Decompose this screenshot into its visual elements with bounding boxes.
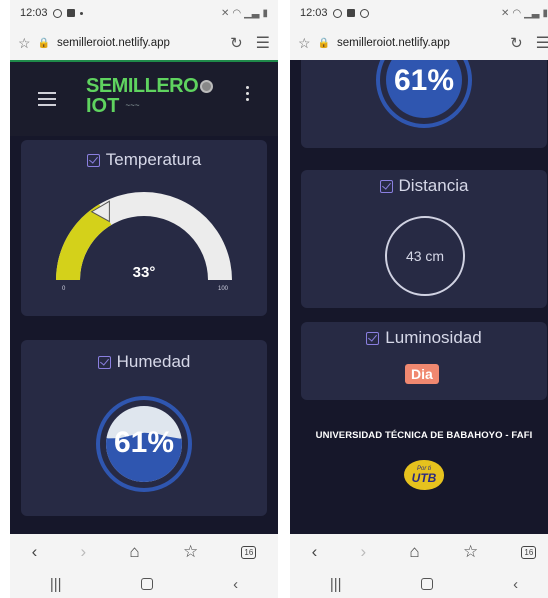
browser-nav-bar: ‹ › ⌂ ☆ 16 <box>290 534 548 570</box>
home-icon[interactable]: ⌂ <box>409 542 419 562</box>
app-logo: SEMILLERO IOT ~~~ <box>86 76 214 116</box>
tabs-button[interactable]: 16 <box>521 545 537 559</box>
home-button-icon[interactable] <box>421 578 434 590</box>
utb-logo: Por ti UTB <box>404 460 444 490</box>
home-button-icon[interactable] <box>141 578 154 590</box>
app-notification-icon <box>66 9 75 17</box>
signal-icon: ▁▃ <box>244 7 260 19</box>
url-field[interactable]: semilleroiot.netlify.app <box>337 37 503 49</box>
logo-chip-icon <box>200 80 214 94</box>
recents-icon[interactable]: ||| <box>330 576 342 593</box>
system-nav-bar: ||| ‹ <box>290 570 548 598</box>
luminosity-badge: Dia <box>405 364 439 384</box>
tabs-button[interactable]: 16 <box>241 545 257 559</box>
system-nav-bar: ||| ‹ <box>10 570 278 598</box>
lock-icon: 🔒 <box>37 37 51 49</box>
humidity-title: Humedad <box>116 352 191 371</box>
reload-icon[interactable]: ↻ <box>510 34 523 52</box>
temperature-gauge <box>56 192 232 280</box>
hamburger-menu-icon[interactable] <box>38 92 56 110</box>
phone-screen-right: 12:03 ✕ ◠ ▁▃ ▮ ☆ 🔒 semilleroiot.netlify.… <box>290 0 548 598</box>
browser-toolbar: ☆ 🔒 semilleroiot.netlify.app ↻ ☰ <box>10 26 278 60</box>
gauge-max-label: 100 <box>218 286 229 292</box>
distance-title: Distancia <box>398 176 469 195</box>
phone-screen-left: 12:03 ✕ ◠ ▁▃ ▮ ☆ 🔒 semilleroiot.netlify.… <box>10 0 278 598</box>
bookmark-star-icon[interactable]: ☆ <box>298 35 311 52</box>
recents-icon[interactable]: ||| <box>50 576 62 593</box>
whatsapp-icon <box>359 8 369 18</box>
status-bar: 12:03 ✕ ◠ ▁▃ ▮ <box>290 0 548 26</box>
luminosity-card: Luminosidad Dia <box>301 322 547 400</box>
back-icon[interactable]: ‹ <box>32 542 38 562</box>
web-viewport: SEMILLERO IOT~~~ Temperatura 33° 0 100 <box>10 60 278 534</box>
humidity-card-partial: 61% <box>301 60 547 148</box>
checkbox-icon[interactable] <box>379 179 393 193</box>
wifi-icon: ◠ <box>512 7 522 19</box>
kebab-menu-icon[interactable] <box>246 86 250 104</box>
temperature-value: 33° <box>132 264 156 281</box>
back-icon[interactable]: ‹ <box>312 542 318 562</box>
bookmarks-icon[interactable]: ☆ <box>463 542 478 562</box>
browser-menu-icon[interactable]: ☰ <box>536 33 548 53</box>
app-header: SEMILLERO IOT ~~~ <box>10 60 278 136</box>
distance-value: 43 cm <box>385 216 465 296</box>
forward-icon[interactable]: › <box>361 542 367 562</box>
browser-toolbar: ☆ 🔒 semilleroiot.netlify.app ↻ ☰ <box>290 26 548 60</box>
temperature-card: Temperatura 33° 0 100 <box>21 140 267 316</box>
checkbox-icon[interactable] <box>366 331 380 345</box>
clock: 12:03 <box>300 7 328 19</box>
system-back-icon[interactable]: ‹ <box>233 576 238 593</box>
humidity-value-partial: 61% <box>393 64 455 97</box>
notification-icon <box>52 8 62 18</box>
gauge-min-label: 0 <box>62 286 66 292</box>
lock-icon: 🔒 <box>317 37 331 49</box>
browser-nav-bar: ‹ › ⌂ ☆ 16 <box>10 534 278 570</box>
temperature-title: Temperatura <box>105 150 202 169</box>
logo-scribble: ~~~ <box>125 101 140 110</box>
luminosity-title: Luminosidad <box>385 328 482 347</box>
checkbox-icon[interactable] <box>97 355 111 369</box>
clock: 12:03 <box>20 7 48 19</box>
mute-icon: ✕ <box>500 7 510 19</box>
system-back-icon[interactable]: ‹ <box>513 576 518 593</box>
browser-menu-icon[interactable]: ☰ <box>256 33 270 53</box>
battery-icon: ▮ <box>262 7 268 19</box>
wifi-icon: ◠ <box>232 7 242 19</box>
url-field[interactable]: semilleroiot.netlify.app <box>57 37 223 49</box>
university-name: UNIVERSIDAD TÉCNICA DE BABAHOYO - FAFI <box>315 430 533 441</box>
distance-card: Distancia 43 cm <box>301 170 547 308</box>
mute-icon: ✕ <box>220 7 230 19</box>
more-notifications-icon <box>79 11 83 15</box>
system-indicators: ✕ ◠ ▁▃ ▮ <box>221 8 268 19</box>
checkbox-icon[interactable] <box>86 153 100 167</box>
bookmarks-icon[interactable]: ☆ <box>183 542 198 562</box>
app-notification-icon <box>346 9 355 17</box>
system-indicators: ✕ ◠ ▁▃ ▮ <box>501 8 548 19</box>
notification-icon <box>332 8 342 18</box>
battery-icon: ▮ <box>542 7 548 19</box>
home-icon[interactable]: ⌂ <box>129 542 139 562</box>
humidity-value: 61% <box>113 426 175 459</box>
web-viewport: 61% Distancia 43 cm Luminosidad Dia UNIV… <box>290 60 548 534</box>
reload-icon[interactable]: ↻ <box>230 34 243 52</box>
forward-icon[interactable]: › <box>81 542 87 562</box>
signal-icon: ▁▃ <box>524 7 540 19</box>
bookmark-star-icon[interactable]: ☆ <box>18 35 31 52</box>
humidity-card: Humedad 61% <box>21 340 267 516</box>
status-bar: 12:03 ✕ ◠ ▁▃ ▮ <box>10 0 278 26</box>
